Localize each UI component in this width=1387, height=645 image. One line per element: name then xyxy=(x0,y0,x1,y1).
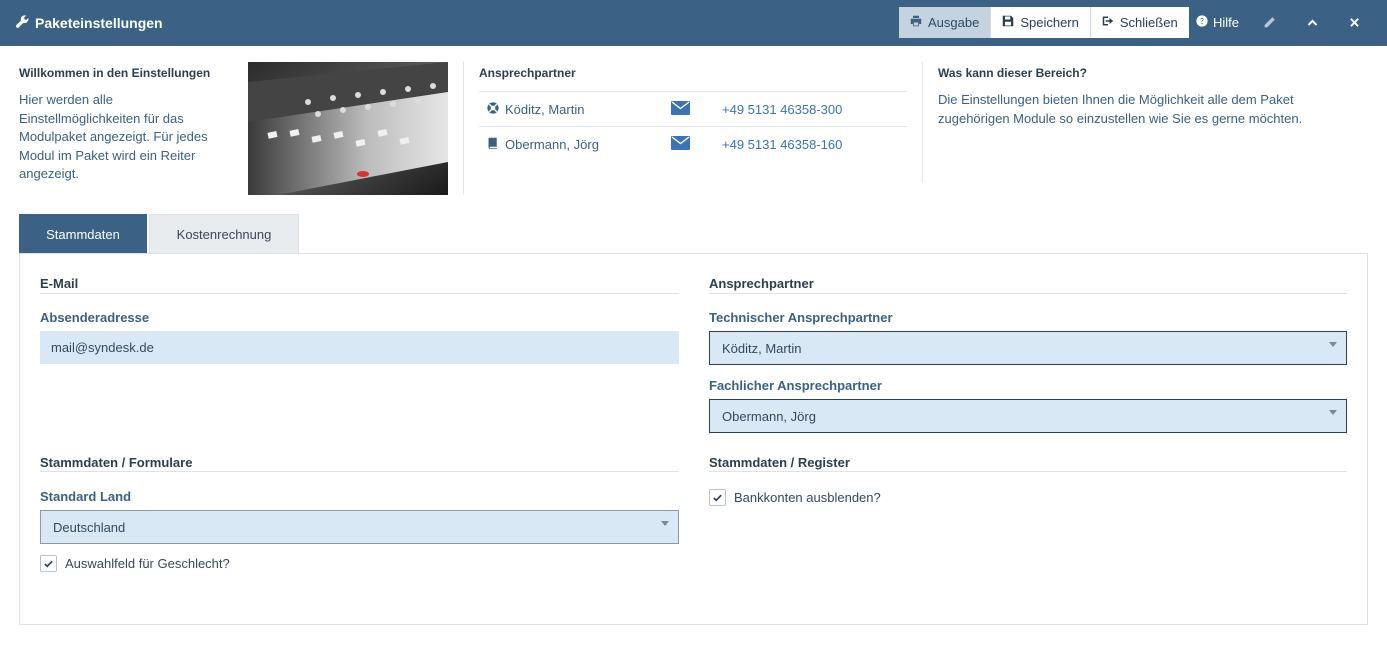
welcome-text: Hier werden alle Einstellmöglichkeiten f… xyxy=(19,92,208,181)
sender-address-input[interactable]: mail@syndesk.de xyxy=(40,331,679,364)
tab-kostenrechnung[interactable]: Kostenrechnung xyxy=(149,214,299,254)
sign-out-icon xyxy=(1102,15,1114,30)
country-select[interactable]: Deutschland xyxy=(40,510,679,544)
ausgabe-label: Ausgabe xyxy=(928,15,980,30)
contact-name-text: Köditz, Martin xyxy=(505,102,585,117)
caret-down-icon xyxy=(661,521,669,526)
chevron-up-icon[interactable] xyxy=(1301,7,1323,38)
wrench-icon xyxy=(16,15,29,31)
speichern-button[interactable]: Speichern xyxy=(991,7,1091,38)
contact-row-koeditz: Köditz, Martin +49 5131 46358-300 xyxy=(479,91,907,126)
book-icon xyxy=(487,137,499,152)
email-section-divider xyxy=(40,293,679,294)
contact-name: Köditz, Martin xyxy=(487,92,584,127)
technical-contact-select[interactable]: Köditz, Martin xyxy=(709,331,1347,365)
functional-contact-value: Obermann, Jörg xyxy=(722,408,816,424)
hilfe-button[interactable]: Hilfe xyxy=(1196,7,1239,38)
lifebuoy-icon xyxy=(487,102,499,117)
country-label: Standard Land xyxy=(40,489,132,504)
email-section-title: E-Mail xyxy=(40,276,79,291)
bank-checkbox[interactable] xyxy=(709,488,726,506)
tab-stammdaten[interactable]: Stammdaten xyxy=(19,214,147,254)
caret-down-icon xyxy=(1329,342,1337,347)
close-icon[interactable] xyxy=(1343,7,1365,38)
contacts-title: Ansprechpartner xyxy=(479,66,576,80)
gender-checkbox-label: Auswahlfeld für Geschlecht? xyxy=(65,555,230,571)
contact-phone[interactable]: +49 5131 46358-300 xyxy=(722,92,842,127)
bank-checkbox-label: Bankkonten ausblenden? xyxy=(734,489,881,505)
welcome-title: Willkommen in den Einstellungen xyxy=(19,66,211,80)
forms-section-divider xyxy=(40,471,679,472)
contact-name: Obermann, Jörg xyxy=(487,127,599,162)
window-title-text: Paketeinstellungen xyxy=(35,15,163,31)
contact-section-title: Ansprechpartner xyxy=(709,276,814,291)
what-title: Was kann dieser Bereich? xyxy=(938,66,1087,80)
gender-checkbox[interactable] xyxy=(40,554,57,572)
speichern-label: Speichern xyxy=(1020,15,1079,30)
info-divider-1 xyxy=(463,62,464,195)
contact-name-text: Obermann, Jörg xyxy=(505,137,599,152)
register-section-divider xyxy=(709,471,1347,472)
pencil-icon[interactable] xyxy=(1258,7,1280,38)
register-section-title: Stammdaten / Register xyxy=(709,455,850,470)
contact-section-divider xyxy=(709,293,1347,294)
envelope-icon[interactable] xyxy=(671,100,690,116)
printer-icon xyxy=(910,15,922,30)
schliessen-button[interactable]: Schließen xyxy=(1090,7,1189,38)
contact-row-obermann: Obermann, Jörg +49 5131 46358-160 xyxy=(479,126,907,161)
technical-contact-label: Technischer Ansprechpartner xyxy=(709,310,893,325)
bank-checkbox-row: Bankkonten ausblenden? xyxy=(709,487,881,507)
contact-phone[interactable]: +49 5131 46358-160 xyxy=(722,127,842,162)
check-icon xyxy=(713,494,722,502)
title-bar: Paketeinstellungen Ausgabe Speichern Sch… xyxy=(0,0,1387,46)
technical-contact-value: Köditz, Martin xyxy=(722,340,802,356)
toolbar-group: Ausgabe Speichern Schließen xyxy=(899,7,1189,38)
question-circle-icon xyxy=(1196,15,1208,30)
country-value: Deutschland xyxy=(53,519,126,535)
info-divider-2 xyxy=(922,62,923,183)
functional-contact-label: Fachlicher Ansprechpartner xyxy=(709,378,882,393)
caret-down-icon xyxy=(1329,410,1337,415)
envelope-icon[interactable] xyxy=(671,135,690,151)
schliessen-label: Schließen xyxy=(1119,15,1178,30)
save-icon xyxy=(1002,15,1014,30)
check-icon xyxy=(44,560,53,568)
sender-address-label: Absenderadresse xyxy=(40,310,150,325)
forms-section-title: Stammdaten / Formulare xyxy=(40,455,193,470)
what-text: Die Einstellungen bieten Ihnen die Mögli… xyxy=(938,92,1303,126)
mixing-console-image xyxy=(248,62,448,195)
gender-checkbox-row: Auswahlfeld für Geschlecht? xyxy=(40,553,230,573)
window-title: Paketeinstellungen xyxy=(16,0,163,46)
functional-contact-select[interactable]: Obermann, Jörg xyxy=(709,399,1347,433)
hilfe-label: Hilfe xyxy=(1213,15,1240,30)
ausgabe-button[interactable]: Ausgabe xyxy=(899,7,992,38)
